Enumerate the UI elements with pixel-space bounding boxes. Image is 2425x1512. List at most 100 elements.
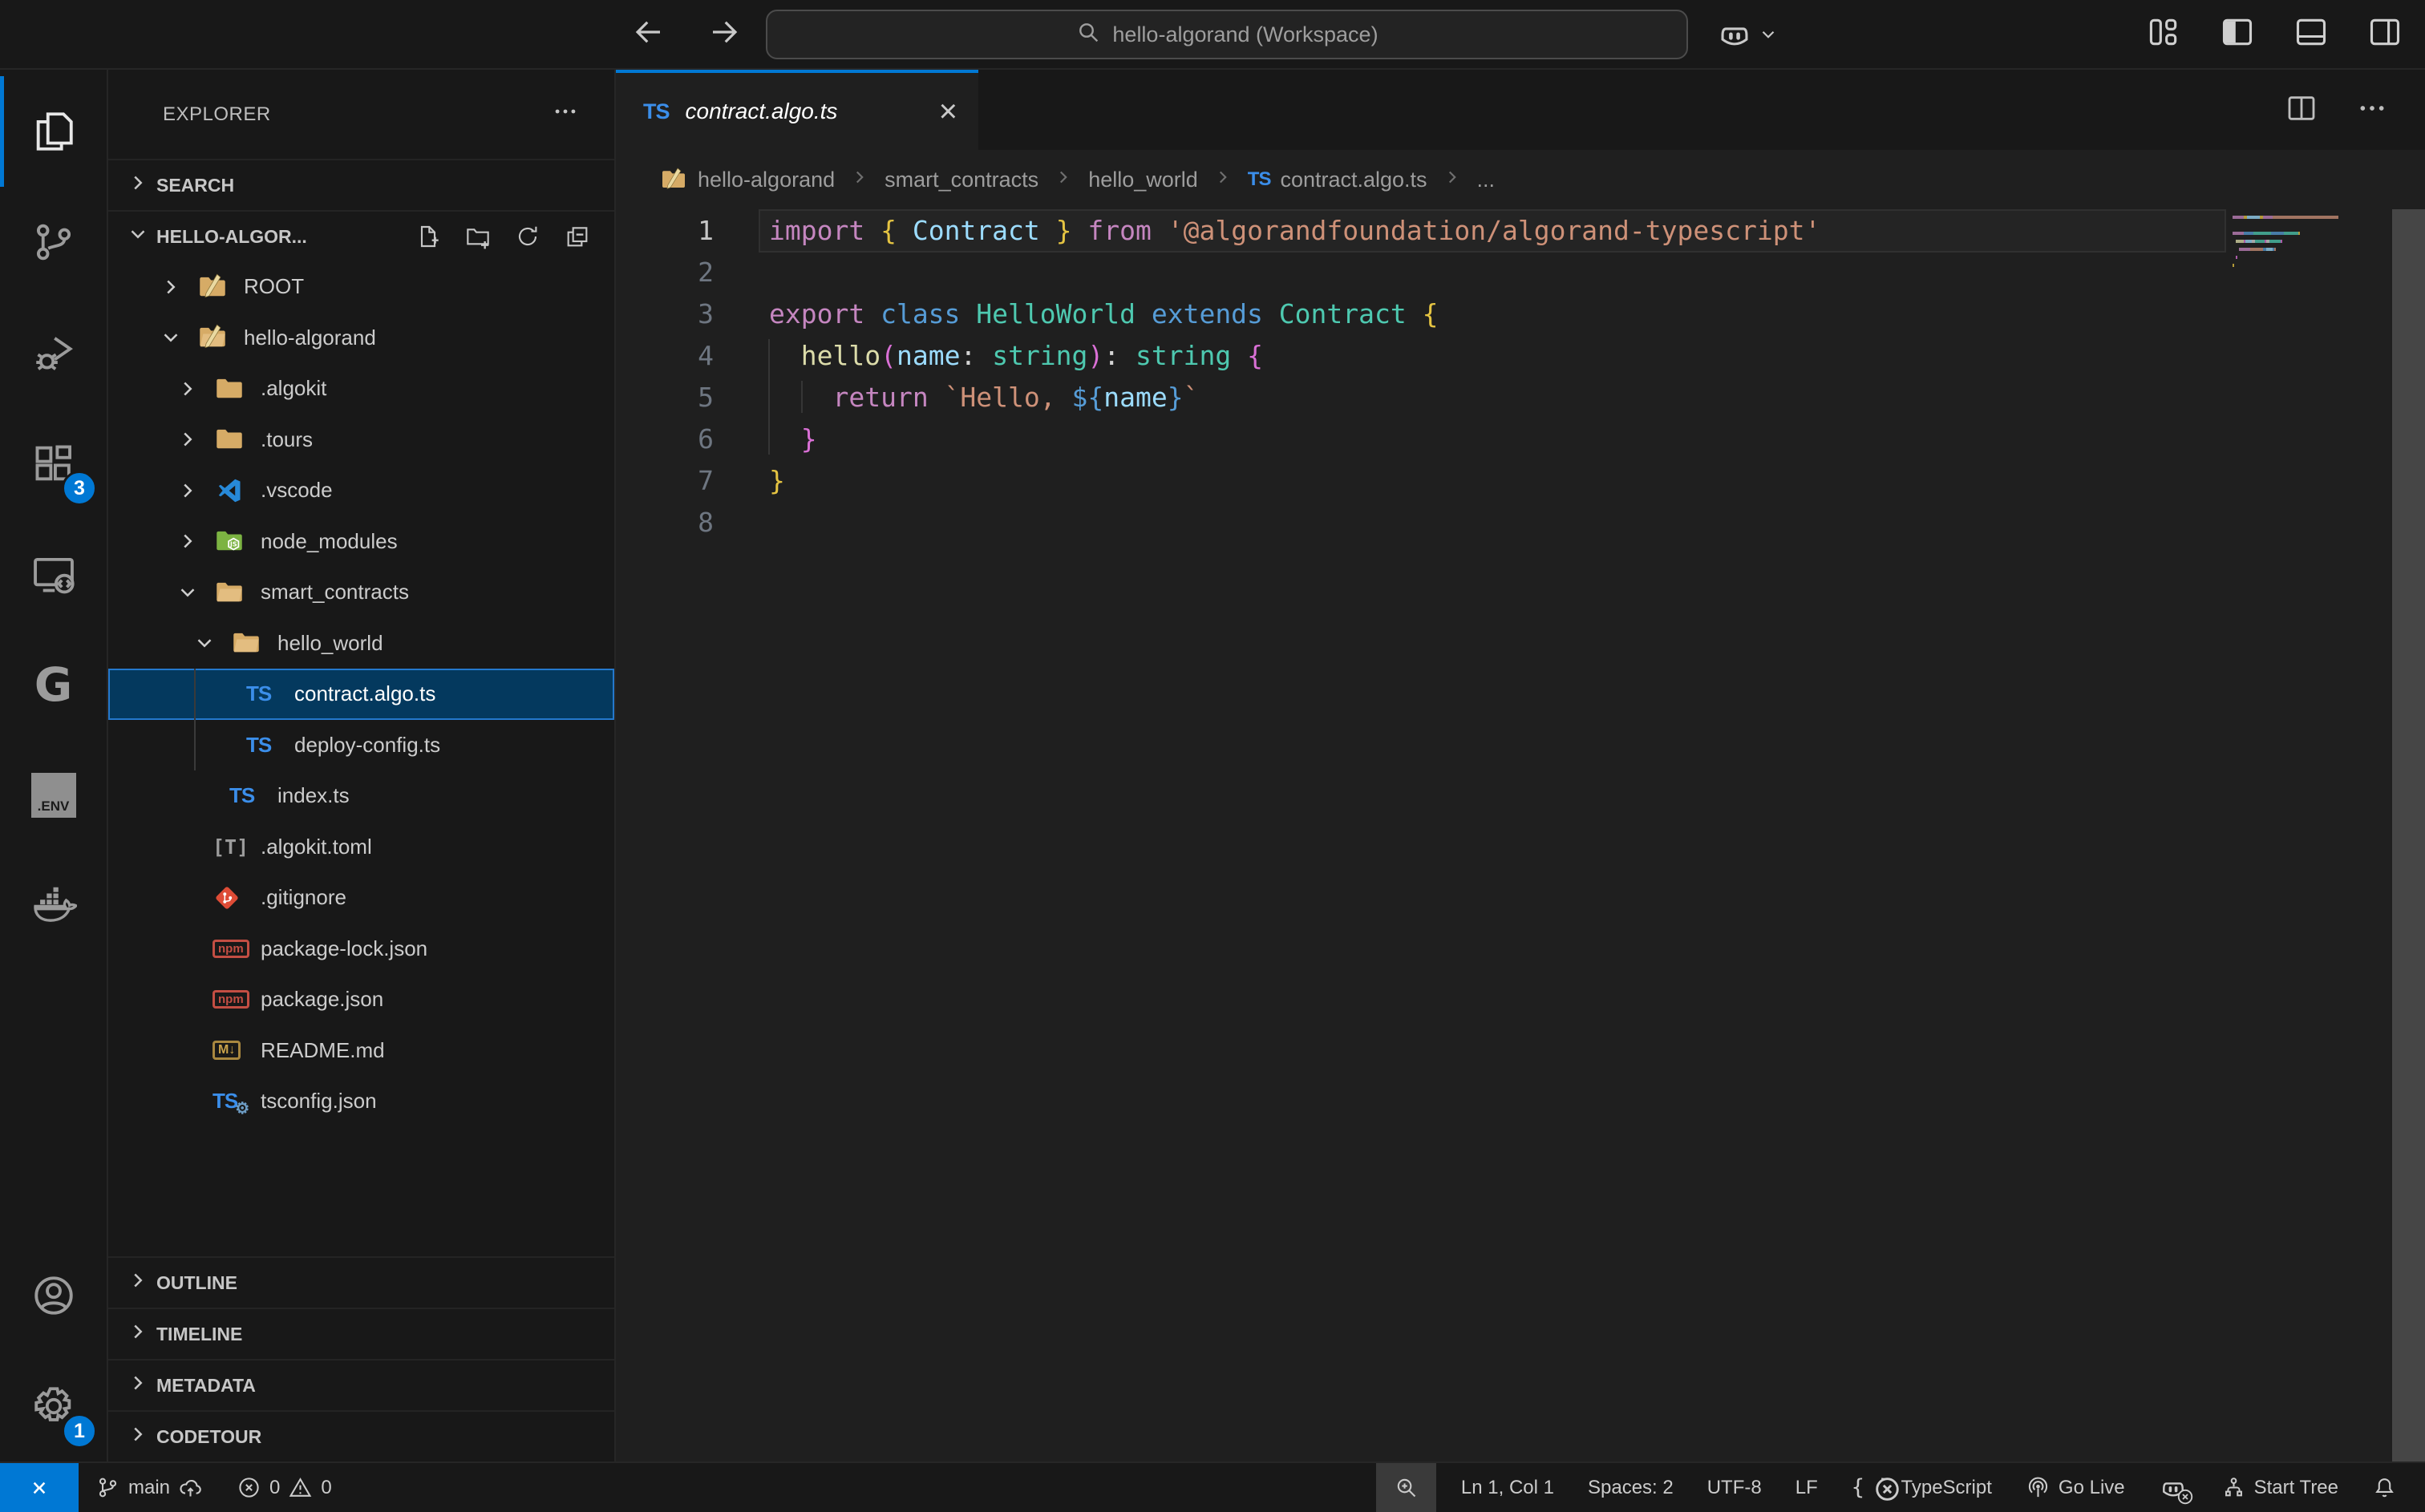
tree-item-.tours[interactable]: .tours — [108, 414, 614, 466]
activity-item-accounts[interactable] — [0, 1240, 107, 1351]
back-arrow-icon[interactable] — [632, 15, 666, 53]
code-line-2[interactable]: 2 — [616, 251, 2425, 293]
tree-item-tsconfig.json[interactable]: TS⚙tsconfig.json — [108, 1076, 614, 1127]
forward-arrow-icon[interactable] — [707, 15, 741, 53]
collapse-all-icon[interactable] — [565, 224, 590, 249]
split-editor-icon[interactable] — [2285, 92, 2318, 128]
tree-item-index.ts[interactable]: TSindex.ts — [108, 770, 614, 822]
tree-item-label: smart_contracts — [261, 580, 409, 604]
chevron-right-icon[interactable] — [159, 275, 196, 299]
status-copilot-status[interactable] — [2142, 1463, 2204, 1512]
activity-item-settings[interactable]: 1 — [0, 1351, 107, 1461]
section-codetour[interactable]: CODETOUR — [108, 1410, 614, 1461]
breadcrumb-item-contract.algo.ts[interactable]: TScontract.algo.ts — [1248, 168, 1427, 192]
status-start-tree[interactable]: Start Tree — [2204, 1463, 2355, 1512]
status-remote-indicator[interactable] — [0, 1463, 79, 1512]
activity-item-g-extension[interactable]: G — [0, 629, 107, 740]
section-timeline[interactable]: TIMELINE — [108, 1308, 614, 1359]
tab-contract-algo-ts[interactable]: TS contract.algo.ts × — [616, 70, 978, 150]
status-zoom[interactable] — [1376, 1463, 1436, 1512]
files-icon — [30, 108, 77, 155]
chevron-right-icon[interactable] — [176, 529, 213, 553]
new-folder-icon[interactable] — [465, 224, 491, 249]
chevron-right-icon[interactable] — [176, 427, 213, 451]
workspace-header[interactable]: HELLO-ALGOR... — [108, 210, 614, 261]
tree-item-ROOT[interactable]: ROOT — [108, 261, 614, 313]
status-indentation[interactable]: Spaces: 2 — [1571, 1463, 1690, 1512]
tree-item-smart_contracts[interactable]: smart_contracts — [108, 567, 614, 618]
new-file-icon[interactable] — [415, 224, 441, 249]
code-line-3[interactable]: 3export class HelloWorld extends Contrac… — [616, 293, 2425, 334]
tree-item-package-lock.json[interactable]: npmpackage-lock.json — [108, 924, 614, 975]
section-metadata[interactable]: METADATA — [108, 1359, 614, 1410]
status-cursor-position[interactable]: Ln 1, Col 1 — [1444, 1463, 1571, 1512]
chevron-down-icon[interactable] — [159, 325, 196, 350]
npm-file-icon: npm — [213, 940, 261, 958]
activity-item-extensions[interactable]: 3 — [0, 408, 107, 519]
refresh-icon[interactable] — [515, 224, 540, 249]
tree-item-deploy-config.ts[interactable]: TSdeploy-config.ts — [108, 720, 614, 771]
code-line-1[interactable]: 1import { Contract } from '@algorandfoun… — [616, 209, 2425, 251]
tree-item-label: README.md — [261, 1038, 385, 1063]
status-encoding[interactable]: UTF-8 — [1690, 1463, 1779, 1512]
tree-item-label: .algokit — [261, 376, 326, 401]
tree-item-hello-algorand[interactable]: hello-algorand — [108, 313, 614, 364]
encoding-label: UTF-8 — [1707, 1477, 1762, 1499]
activity-item-source-control[interactable] — [0, 187, 107, 297]
editor-scrollbar[interactable] — [2392, 209, 2425, 1461]
code-line-5[interactable]: 5 return `Hello, ${name}` — [616, 376, 2425, 418]
line-text: } — [714, 423, 817, 455]
tree-item-hello_world[interactable]: hello_world — [108, 618, 614, 669]
status-notifications[interactable] — [2355, 1463, 2414, 1512]
tree-item-.vscode[interactable]: .vscode — [108, 465, 614, 516]
tree-item-contract.algo.ts[interactable]: TScontract.algo.ts — [108, 669, 614, 720]
activity-item-remote-explorer[interactable] — [0, 519, 107, 629]
tree-item-.gitignore[interactable]: .gitignore — [108, 872, 614, 924]
activity-item-explorer[interactable] — [0, 76, 107, 187]
code-editor[interactable]: 1import { Contract } from '@algorandfoun… — [616, 209, 2425, 1461]
command-center-search[interactable]: hello-algorand (Workspace) — [766, 10, 1688, 59]
workspace-actions — [415, 224, 590, 249]
code-line-4[interactable]: 4 hello(name: string): string { — [616, 334, 2425, 376]
copilot-menu-button[interactable] — [1716, 0, 1779, 68]
folder-open-file-icon — [213, 578, 261, 607]
status-problems[interactable]: 00 — [220, 1463, 349, 1512]
activity-bar: 3 G.ENV 1 — [0, 70, 108, 1461]
customize-layout-icon[interactable] — [2146, 14, 2181, 54]
close-tab-icon[interactable]: × — [939, 95, 957, 127]
breadcrumb-item-hello_world[interactable]: hello_world — [1088, 168, 1198, 192]
copilot-icon — [1716, 16, 1753, 53]
activity-item-run-debug[interactable] — [0, 297, 107, 408]
toggle-primary-sidebar-icon[interactable] — [2220, 14, 2255, 54]
tree-item-label: hello_world — [277, 631, 383, 656]
chevron-down-icon[interactable] — [176, 580, 213, 604]
sidebar-bottom-sections: OUTLINETIMELINEMETADATACODETOUR — [108, 1256, 614, 1461]
explorer-more-actions-icon[interactable] — [552, 98, 579, 131]
code-line-8[interactable]: 8 — [616, 501, 2425, 543]
toggle-panel-icon[interactable] — [2293, 14, 2329, 54]
status-language-status[interactable]: { }TypeScript — [1835, 1463, 2009, 1512]
breadcrumb-item-...[interactable]: ... — [1477, 168, 1496, 192]
activity-item-docker[interactable] — [0, 851, 107, 961]
status-eol[interactable]: LF — [1779, 1463, 1835, 1512]
tree-item-package.json[interactable]: npmpackage.json — [108, 974, 614, 1025]
chevron-right-icon[interactable] — [176, 377, 213, 401]
section-search[interactable]: SEARCH — [108, 159, 614, 210]
chevron-right-icon[interactable] — [176, 479, 213, 503]
status-git-branch[interactable]: main — [79, 1463, 220, 1512]
editor-more-actions-icon[interactable] — [2356, 92, 2388, 128]
code-line-7[interactable]: 7} — [616, 459, 2425, 501]
tree-item-.algokit.toml[interactable]: [T].algokit.toml — [108, 822, 614, 873]
code-line-6[interactable]: 6 } — [616, 418, 2425, 459]
breadcrumb-item-hello-algorand[interactable]: hello-algorand — [659, 167, 835, 192]
tree-item-README.md[interactable]: M↓README.md — [108, 1025, 614, 1077]
tree-item-node_modules[interactable]: JSnode_modules — [108, 516, 614, 568]
activity-item-dotenv[interactable]: .ENV — [0, 740, 107, 851]
status-go-live[interactable]: Go Live — [2009, 1463, 2142, 1512]
chevron-down-icon[interactable] — [192, 631, 229, 655]
tree-item-.algokit[interactable]: .algokit — [108, 363, 614, 414]
breadcrumb-item-smart_contracts[interactable]: smart_contracts — [885, 168, 1038, 192]
minimap[interactable] — [2233, 216, 2369, 280]
section-outline[interactable]: OUTLINE — [108, 1256, 614, 1308]
toggle-secondary-sidebar-icon[interactable] — [2367, 14, 2403, 54]
